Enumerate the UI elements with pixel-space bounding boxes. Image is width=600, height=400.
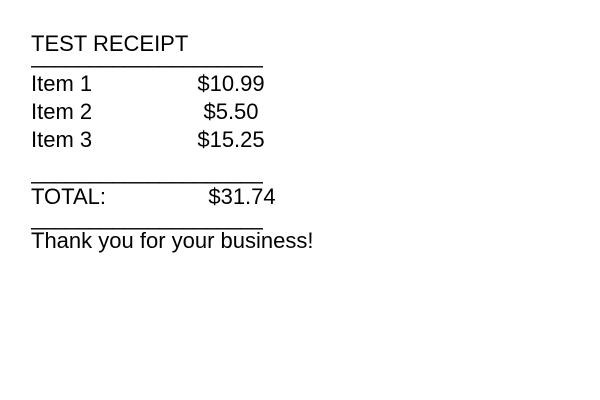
item-name: Item 2 bbox=[31, 99, 93, 124]
thank-you-message: Thank you for your business! bbox=[31, 228, 314, 253]
item-name: Item 1 bbox=[31, 71, 93, 96]
item-price: $10.99 bbox=[197, 71, 265, 96]
line-item: Item 2 $5.50 bbox=[31, 100, 331, 124]
item-price: $15.25 bbox=[197, 127, 265, 152]
line-item: Item 1 $10.99 bbox=[31, 72, 331, 96]
item-price: $5.50 bbox=[203, 99, 259, 124]
line-item: Item 3 $15.25 bbox=[31, 128, 331, 152]
divider-top: ______________________________ bbox=[31, 44, 263, 68]
item-name: Item 3 bbox=[31, 127, 93, 152]
divider-middle: ______________________________ bbox=[31, 160, 263, 184]
divider-bottom: ______________________________ bbox=[31, 206, 263, 230]
receipt: TEST RECEIPT ___________________________… bbox=[31, 0, 591, 400]
